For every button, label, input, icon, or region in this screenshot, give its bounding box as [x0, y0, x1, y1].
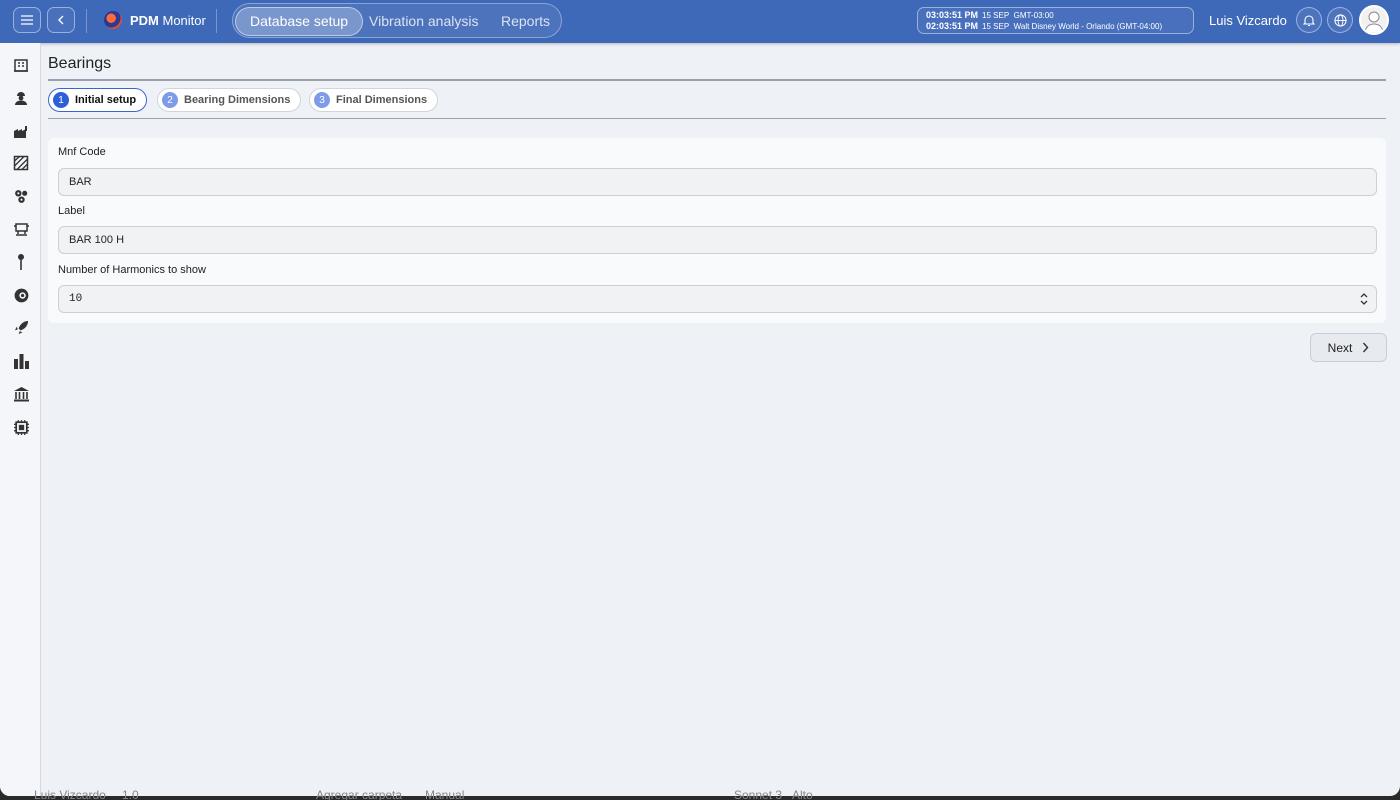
- user-name[interactable]: Luis Vizcardo: [1209, 13, 1287, 28]
- step-number: 2: [162, 92, 178, 108]
- avatar[interactable]: [1359, 5, 1389, 35]
- globe-icon: [1333, 13, 1347, 27]
- step-label: Final Dimensions: [336, 94, 428, 106]
- step-label: Bearing Dimensions: [184, 94, 291, 106]
- clock-row-remote: 02:03:51 PM 15 SEP Walt Disney World - Or…: [926, 21, 1163, 31]
- bell-icon: [1303, 14, 1315, 26]
- rocket-icon[interactable]: [11, 317, 31, 337]
- clock-row-local: 03:03:51 PM 15 SEP GMT-03:00: [926, 10, 1054, 20]
- step-label: Initial setup: [75, 94, 137, 106]
- user-avatar-icon: [1364, 11, 1384, 33]
- harmonics-number-field[interactable]: 10: [58, 285, 1377, 313]
- harmonics-value: 10: [69, 293, 83, 305]
- label-field[interactable]: BAR 100 H: [58, 226, 1377, 254]
- mnf-code-label: Mnf Code: [58, 146, 106, 158]
- machine-icon[interactable]: [11, 219, 31, 239]
- bg-text: Luis Vizcardo: [34, 788, 106, 800]
- bank-icon[interactable]: [11, 384, 31, 404]
- hamburger-icon: [21, 15, 33, 25]
- main-nav: Database setup Vibration analysis Report…: [232, 3, 562, 38]
- gears-icon[interactable]: [11, 186, 31, 206]
- step-final-dimensions[interactable]: 3 Final Dimensions: [309, 88, 439, 112]
- factory-icon[interactable]: [11, 121, 31, 141]
- tab-vibration-analysis[interactable]: Vibration analysis: [355, 7, 492, 36]
- step-number: 3: [314, 92, 330, 108]
- tab-reports[interactable]: Reports: [487, 7, 564, 36]
- bg-text: Alto: [792, 788, 813, 800]
- notifications-button[interactable]: [1296, 7, 1322, 33]
- chip-icon[interactable]: [11, 417, 31, 437]
- app-window: PDM Monitor Database setup Vibration ana…: [0, 0, 1400, 796]
- world-clock[interactable]: 03:03:51 PM 15 SEP GMT-03:00 02:03:51 PM 1…: [917, 7, 1194, 34]
- mnf-code-field[interactable]: BAR: [58, 168, 1377, 196]
- bg-text: 1.0: [122, 788, 139, 800]
- step-initial-setup[interactable]: 1 Initial setup: [48, 88, 148, 112]
- tab-database-setup[interactable]: Database setup: [235, 7, 364, 36]
- next-button[interactable]: Next: [1310, 333, 1387, 362]
- brand[interactable]: PDM Monitor: [104, 11, 206, 29]
- stepper-icon[interactable]: [1360, 292, 1368, 306]
- area-icon[interactable]: [11, 153, 31, 173]
- step-number: 1: [53, 92, 69, 108]
- divider: [216, 9, 217, 33]
- step-bearing-dimensions[interactable]: 2 Bearing Dimensions: [157, 88, 302, 112]
- bar-chart-icon[interactable]: [11, 351, 31, 371]
- top-bar: PDM Monitor Database setup Vibration ana…: [0, 0, 1400, 43]
- page-title: Bearings: [48, 55, 112, 72]
- steps-divider: [48, 118, 1386, 119]
- chevron-left-icon: [58, 15, 64, 25]
- component-icon[interactable]: [11, 285, 31, 305]
- language-button[interactable]: [1327, 7, 1353, 33]
- menu-button[interactable]: [13, 7, 41, 33]
- label-label: Label: [58, 205, 85, 217]
- back-button[interactable]: [47, 7, 75, 33]
- chevron-right-icon: [1363, 342, 1369, 353]
- brand-name: PDM Monitor: [130, 12, 206, 28]
- brand-logo: [104, 11, 122, 29]
- bg-text: Sonnet 3: [734, 788, 783, 800]
- divider: [86, 9, 87, 33]
- sidebar: [0, 43, 41, 796]
- harmonics-label: Number of Harmonics to show: [58, 264, 206, 276]
- form-card: Mnf Code BAR Label BAR 100 H Number of H…: [48, 138, 1386, 323]
- background-window-strip: Luis Vizcardo 1.0 Agregar carpeta Manual…: [0, 786, 1400, 800]
- building-icon[interactable]: [11, 55, 31, 75]
- bg-text: Agregar carpeta: [316, 788, 403, 800]
- bg-text: Manual: [425, 788, 465, 800]
- pin-icon[interactable]: [11, 252, 31, 272]
- next-button-label: Next: [1327, 340, 1353, 355]
- title-divider: [48, 79, 1386, 81]
- worker-icon[interactable]: [11, 88, 31, 108]
